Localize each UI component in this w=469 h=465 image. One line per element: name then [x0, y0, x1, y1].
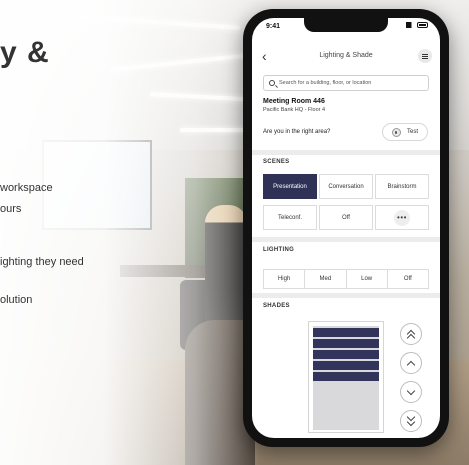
shade-down-button[interactable] [400, 381, 422, 403]
menu-icon-line [422, 55, 428, 57]
menu-button[interactable] [418, 49, 432, 63]
more-icon: ••• [394, 209, 410, 226]
scene-teleconf-button[interactable]: Teleconf. [263, 205, 317, 230]
divider [252, 150, 440, 155]
test-button[interactable]: Test [382, 123, 428, 141]
shade-up-button[interactable] [400, 352, 422, 374]
lighting-med-button[interactable]: Med [305, 270, 347, 288]
shade-slat [313, 372, 379, 381]
test-button-label: Test [406, 129, 418, 135]
nav-bar: ‹ Lighting & Shade [252, 46, 440, 68]
hero-line: olution [0, 294, 33, 306]
battery-icon [417, 22, 428, 28]
chevron-down-icon [406, 417, 416, 427]
room-name: Meeting Room 446 [263, 98, 325, 105]
chevron-down-icon [406, 386, 416, 395]
shade-slat [313, 328, 379, 337]
shade-visual [308, 321, 384, 433]
location-pin-icon [391, 127, 401, 137]
divider [252, 293, 440, 298]
scene-off-button[interactable]: Off [319, 205, 373, 230]
search-input[interactable]: Search for a building, floor, or locatio… [263, 75, 429, 91]
chevron-up-icon [406, 360, 416, 369]
double-chevron-up-icon [406, 328, 416, 342]
shade-fully-up-button[interactable] [400, 323, 422, 345]
shade-slat [313, 361, 379, 370]
lighting-high-button[interactable]: High [264, 270, 306, 288]
menu-icon-line [422, 57, 428, 59]
shade-slat [313, 350, 379, 359]
scene-presentation-button[interactable]: Presentation [263, 174, 317, 199]
area-question: Are you in the right area? [263, 129, 331, 135]
double-chevron-down-icon [406, 412, 416, 427]
lighting-low-button[interactable]: Low [347, 270, 388, 288]
hero-title: y & [0, 36, 50, 69]
hero-line: ours [0, 203, 22, 215]
lighting-label: LIGHTING [263, 247, 295, 253]
scene-more-button[interactable]: ••• [375, 205, 429, 230]
divider [252, 237, 440, 242]
status-bar: 9:41 [252, 18, 440, 36]
search-icon [269, 80, 275, 86]
room-location: Pacific Bank HQ - Floor 4 [263, 107, 326, 113]
shade-fully-down-button[interactable] [400, 410, 422, 432]
shade-slat [313, 339, 379, 348]
hero-line: workspace [0, 182, 53, 194]
hero-line: ighting they need [0, 256, 84, 268]
lighting-off-button[interactable]: Off [388, 270, 428, 288]
status-time: 9:41 [266, 23, 281, 30]
scenes-label: SCENES [263, 159, 290, 165]
phone-mockup: 9:41 ‹ Lighting & Shade Search for a bui… [243, 9, 449, 447]
menu-icon [422, 53, 428, 55]
lighting-segmented-control: High Med Low Off [263, 269, 429, 289]
signal-icon [406, 22, 415, 28]
page-title: Lighting & Shade [319, 52, 373, 59]
search-placeholder: Search for a building, floor, or locatio… [279, 80, 372, 86]
shade-window [313, 326, 379, 430]
scene-conversation-button[interactable]: Conversation [319, 174, 373, 199]
status-icons [406, 22, 428, 28]
scene-brainstorm-button[interactable]: Brainstorm [375, 174, 429, 199]
shades-label: SHADES [263, 303, 290, 309]
phone-screen: 9:41 ‹ Lighting & Shade Search for a bui… [252, 18, 440, 438]
